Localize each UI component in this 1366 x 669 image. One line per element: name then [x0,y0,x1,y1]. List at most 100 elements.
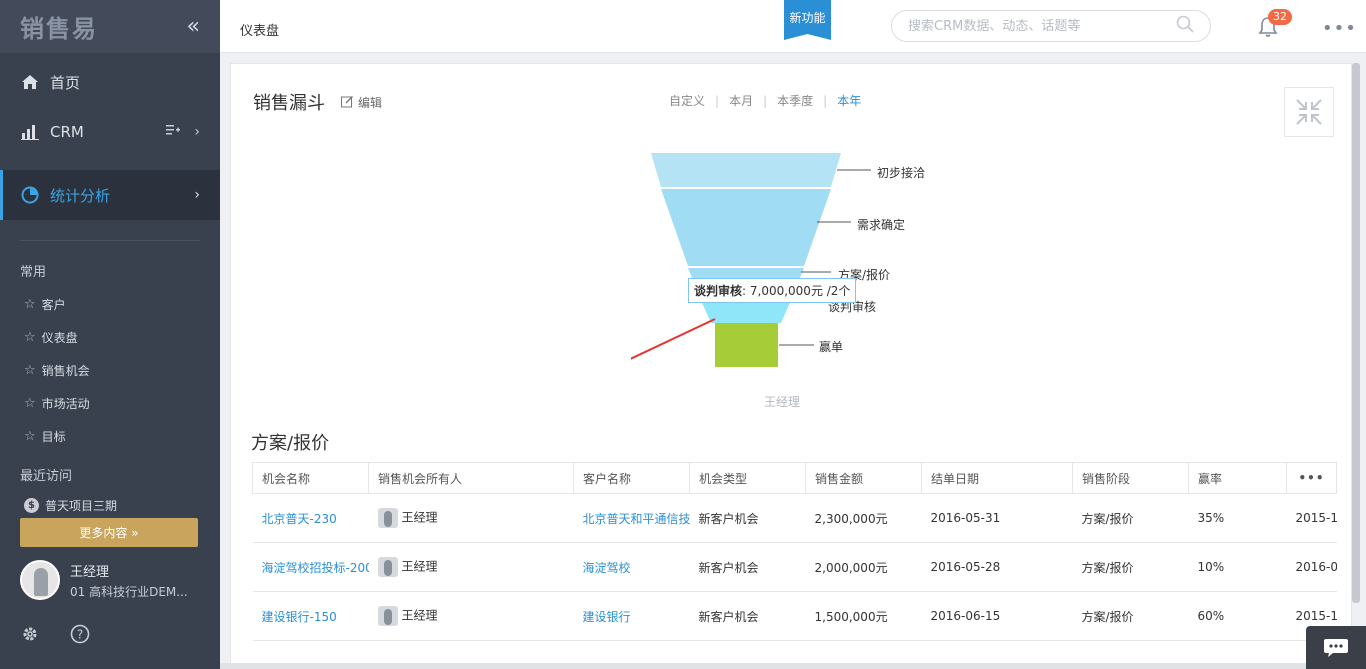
funnel-tooltip: 谈判审核: 7,000,000元 /2个 [688,278,857,303]
more-label: 更多内容 [79,526,128,540]
stage-cell: 方案/报价 [1072,542,1189,592]
common-item-opportunity[interactable]: ☆ 销售机会 [0,354,220,387]
nav-item-home[interactable]: 首页 [0,57,220,107]
customer-link[interactable]: 北京普天和平通信技 [573,493,690,543]
avatar [377,606,398,626]
new-feature-ribbon[interactable]: 新功能 [784,0,831,40]
opportunity-link[interactable]: 海淀驾校招投标-200 [252,542,369,592]
funnel-label: 赢单 [819,340,844,354]
tooltip-value: : 7,000,000元 /2个 [742,284,851,298]
col-header[interactable]: 赢率 [1188,462,1287,494]
date-range-switch: 自定义 | 本月 | 本季度 | 本年 [669,92,862,109]
avatar [20,560,60,600]
panel-title: 销售漏斗 [253,93,325,114]
funnel-label: 需求确定 [857,218,906,232]
col-header[interactable]: 机会类型 [689,462,806,494]
search-input[interactable] [908,18,1176,34]
close-date-cell: 2016-05-28 [921,542,1073,592]
star-icon: ☆ [24,363,36,378]
nav-label: CRM [50,123,84,141]
edit-button[interactable]: 编辑 [341,94,382,111]
user-profile[interactable]: 王经理 01 高科技行业DEM... [20,560,188,600]
col-header[interactable]: 销售阶段 [1072,462,1189,494]
search-icon[interactable] [1176,15,1194,37]
col-header[interactable]: 结单日期 [921,462,1073,494]
close-date-cell: 2016-05-31 [921,493,1073,543]
bottom-strip [220,663,1306,669]
table-row[interactable]: 建设银行-150 王经理 建设银行 新客户机会 1,500,000元 2016-… [252,591,1337,641]
chevron-right-icon: › [194,124,200,140]
funnel-stage-won[interactable] [715,323,778,367]
common-item-customer[interactable]: ☆ 客户 [0,288,220,321]
pie-chart-icon [20,186,40,204]
column-settings-icon[interactable]: ••• [1286,462,1337,494]
gear-icon[interactable] [20,624,40,644]
stage-cell: 方案/报价 [1072,493,1189,543]
common-label: 销售机会 [41,364,90,378]
common-label: 市场活动 [41,397,90,411]
star-icon: ☆ [24,429,36,444]
col-header[interactable]: 机会名称 [252,462,369,494]
table-row[interactable]: 北京普天-230 王经理 北京普天和平通信技 新客户机会 2,300,000元 … [252,493,1337,543]
range-month[interactable]: 本月 [729,92,753,109]
user-name: 王经理 [70,564,110,580]
range-custom[interactable]: 自定义 [669,92,705,109]
bar-chart-icon [20,124,40,140]
opportunity-table: 机会名称 销售机会所有人 客户名称 机会类型 销售金额 结单日期 销售阶段 赢率… [252,462,1337,641]
close-date-cell: 2016-06-15 [921,591,1073,641]
col-header[interactable]: 销售金额 [805,462,922,494]
double-chevron-left-icon[interactable]: « [187,14,200,39]
recent-item[interactable]: $ 普天项目三期 [0,492,220,518]
common-label: 客户 [41,298,66,312]
breadcrumb: 仪表盘 [240,24,280,39]
nav-label: 统计分析 [50,186,111,205]
home-icon [20,74,40,90]
funnel-label: 初步接洽 [877,166,926,180]
range-quarter[interactable]: 本季度 [777,92,813,109]
double-chevron-down-icon: » [131,525,139,540]
user-org: 01 高科技行业DEM... [70,584,188,599]
more-icon[interactable]: ••• [1322,18,1357,39]
topbar: 仪表盘 新功能 32 ••• [220,0,1366,53]
logo-bar: 销售易 « [0,0,220,53]
help-icon[interactable]: ? [70,624,90,644]
opportunity-link[interactable]: 建设银行-150 [252,591,369,641]
more-content-button[interactable]: 更多内容 » [20,518,198,547]
common-item-marketing[interactable]: ☆ 市场活动 [0,387,220,420]
opportunity-link[interactable]: 北京普天-230 [252,493,369,543]
annotation-arrow [631,318,716,360]
sidebar: 销售易 « 首页 CRM › 统计分析 › 常用 ☆ 客户 ☆ 仪表盘 ☆ 销售机会 … [0,0,220,669]
search-box[interactable] [891,10,1211,42]
col-header[interactable]: 销售机会所有人 [368,462,574,494]
list-add-icon[interactable] [166,124,181,140]
win-rate-cell: 10% [1188,542,1287,592]
funnel-stage-needs-confirmed[interactable] [661,189,831,266]
common-item-goal[interactable]: ☆ 目标 [0,420,220,453]
owner-name: 王经理 [401,608,438,623]
edit-icon [341,95,354,111]
svg-text:?: ? [77,628,83,642]
section-title: 方案/报价 [251,433,330,454]
chart-owner-label: 王经理 [764,395,801,409]
tooltip-stage: 谈判审核 [694,284,743,298]
owner-cell: 王经理 [368,542,574,592]
col-header[interactable]: 客户名称 [573,462,690,494]
funnel-stage-initial-contact[interactable] [651,153,841,187]
nav-item-crm[interactable]: CRM › [0,107,220,157]
chevron-right-icon: › [194,187,200,203]
customer-link[interactable]: 建设银行 [573,591,690,641]
amount-cell: 2,000,000元 [805,542,922,592]
owner-name: 王经理 [401,559,438,574]
star-icon: ☆ [24,396,36,411]
chat-icon[interactable] [1306,626,1366,669]
range-year[interactable]: 本年 [837,92,861,109]
nav-item-analytics[interactable]: 统计分析 › [0,170,220,220]
win-rate-cell: 60% [1188,591,1287,641]
vertical-scrollbar[interactable] [1352,63,1360,603]
table-row[interactable]: 海淀驾校招投标-200 王经理 海淀驾校 新客户机会 2,000,000元 20… [252,542,1337,592]
collapse-fullscreen-icon[interactable] [1284,87,1334,137]
common-item-dashboard[interactable]: ☆ 仪表盘 [0,321,220,354]
owner-cell: 王经理 [368,493,574,543]
date-cell: 2016-0 [1286,542,1337,592]
customer-link[interactable]: 海淀驾校 [573,542,690,592]
